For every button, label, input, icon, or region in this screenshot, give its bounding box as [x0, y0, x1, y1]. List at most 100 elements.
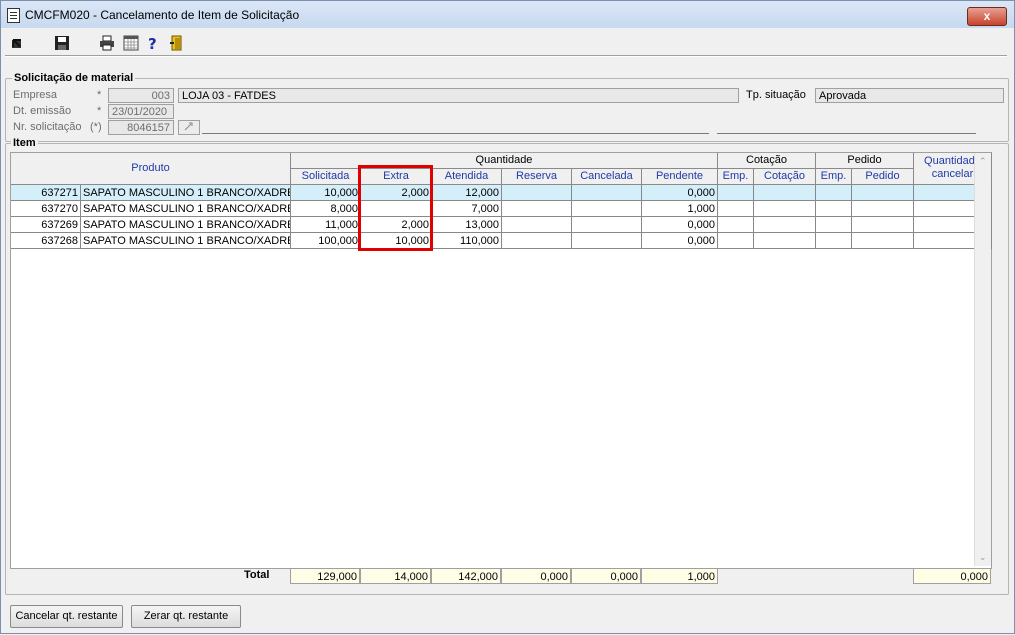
- svg-text:?: ?: [148, 35, 157, 51]
- cell-cotacao[interactable]: [754, 233, 816, 249]
- cancelar-qt-restante-button[interactable]: Cancelar qt. restante: [10, 605, 123, 628]
- document-icon: [7, 8, 20, 23]
- vertical-scrollbar[interactable]: ⌃ ⌄: [974, 153, 991, 566]
- col-pedido[interactable]: Pedido: [852, 169, 914, 185]
- nr-description-line: [202, 133, 709, 134]
- nr-solicitacao-field[interactable]: 8046157: [108, 120, 174, 135]
- extra-column-highlight: [358, 165, 433, 251]
- cell-code[interactable]: 637268: [11, 233, 81, 249]
- cell-cotacao[interactable]: [754, 201, 816, 217]
- zerar-qt-restante-button[interactable]: Zerar qt. restante: [131, 605, 241, 628]
- cell-atendida[interactable]: 110,000: [432, 233, 502, 249]
- help-icon[interactable]: ?: [145, 35, 161, 51]
- cell-emp2[interactable]: [816, 233, 852, 249]
- cell-cancelada[interactable]: [572, 233, 642, 249]
- total-reserva: 0,000: [501, 568, 571, 584]
- exit-door-icon[interactable]: [169, 35, 185, 51]
- arrow-in-icon[interactable]: [9, 35, 25, 51]
- cell-code[interactable]: 637271: [11, 185, 81, 201]
- col-reserva[interactable]: Reserva: [502, 169, 572, 185]
- cell-pendente[interactable]: 1,000: [642, 201, 718, 217]
- cell-reserva[interactable]: [502, 201, 572, 217]
- window-title: CMCFM020 - Cancelamento de Item de Solic…: [25, 8, 300, 22]
- save-icon[interactable]: [54, 35, 70, 51]
- tp-situacao-field: Aprovada: [815, 88, 1004, 103]
- cell-reserva[interactable]: [502, 233, 572, 249]
- cell-atendida[interactable]: 13,000: [432, 217, 502, 233]
- cell-emp2[interactable]: [816, 201, 852, 217]
- cell-pedido[interactable]: [852, 201, 914, 217]
- col-pendente[interactable]: Pendente: [642, 169, 718, 185]
- cell-emp1[interactable]: [718, 233, 754, 249]
- cell-code[interactable]: 637269: [11, 217, 81, 233]
- empresa-label: Empresa: [13, 89, 58, 101]
- tp-situacao-label: Tp. situação: [746, 89, 806, 101]
- cell-solicitada[interactable]: 10,000: [291, 185, 361, 201]
- cell-code[interactable]: 637270: [11, 201, 81, 217]
- print-icon[interactable]: [99, 35, 115, 51]
- cell-desc[interactable]: SAPATO MASCULINO 1 BRANCO/XADREZ.: [81, 233, 291, 249]
- total-label: Total: [244, 569, 270, 581]
- scroll-down-icon[interactable]: ⌄: [979, 552, 987, 563]
- col-pedido-emp[interactable]: Emp.: [816, 169, 852, 185]
- scroll-up-icon[interactable]: ⌃: [979, 156, 987, 167]
- items-grid[interactable]: Produto Quantidade Cotação Pedido Quanti…: [10, 152, 992, 569]
- col-produto[interactable]: Produto: [11, 153, 291, 185]
- total-quantidade-cancelar: 0,000: [913, 568, 991, 584]
- cell-cotacao[interactable]: [754, 217, 816, 233]
- status-description-line: [717, 133, 976, 134]
- cell-pendente[interactable]: 0,000: [642, 233, 718, 249]
- cell-emp1[interactable]: [718, 185, 754, 201]
- solicitacao-legend: Solicitação de material: [12, 72, 136, 84]
- cell-reserva[interactable]: [502, 185, 572, 201]
- cell-solicitada[interactable]: 100,000: [291, 233, 361, 249]
- empresa-name-field: LOJA 03 - FATDES: [178, 88, 739, 103]
- cell-emp2[interactable]: [816, 217, 852, 233]
- col-atendida[interactable]: Atendida: [432, 169, 502, 185]
- group-cotacao: Cotação: [718, 153, 816, 169]
- cell-reserva[interactable]: [502, 217, 572, 233]
- empresa-code-field[interactable]: 003: [108, 88, 174, 103]
- cell-emp1[interactable]: [718, 201, 754, 217]
- dt-emissao-field[interactable]: 23/01/2020: [108, 104, 174, 119]
- col-cotacao[interactable]: Cotação: [754, 169, 816, 185]
- nr-solicitacao-required: (*): [90, 121, 102, 133]
- dt-emissao-label: Dt. emissão: [13, 105, 72, 117]
- cell-cancelada[interactable]: [572, 201, 642, 217]
- dt-emissao-required: *: [97, 105, 102, 117]
- group-pedido: Pedido: [816, 153, 914, 169]
- group-quantidade: Quantidade: [291, 153, 718, 169]
- col-cancelada[interactable]: Cancelada: [572, 169, 642, 185]
- cell-desc[interactable]: SAPATO MASCULINO 1 BRANCO/XADREZ.: [81, 201, 291, 217]
- cell-pedido[interactable]: [852, 185, 914, 201]
- cell-emp2[interactable]: [816, 185, 852, 201]
- cell-cancelada[interactable]: [572, 217, 642, 233]
- total-cancelada: 0,000: [571, 568, 641, 584]
- cell-desc[interactable]: SAPATO MASCULINO 1 BRANCO/XADREZ.: [81, 217, 291, 233]
- empresa-required: *: [97, 89, 102, 101]
- cell-desc[interactable]: SAPATO MASCULINO 1 BRANCO/XADREZ.: [81, 185, 291, 201]
- nr-solicitacao-label: Nr. solicitação: [13, 121, 82, 133]
- cell-cancelada[interactable]: [572, 185, 642, 201]
- search-button[interactable]: [178, 120, 200, 135]
- total-solicitada: 129,000: [290, 568, 360, 584]
- col-cotacao-emp[interactable]: Emp.: [718, 169, 754, 185]
- total-atendida: 142,000: [431, 568, 501, 584]
- cell-pedido[interactable]: [852, 233, 914, 249]
- cell-atendida[interactable]: 12,000: [432, 185, 502, 201]
- cell-pedido[interactable]: [852, 217, 914, 233]
- cell-solicitada[interactable]: 8,000: [291, 201, 361, 217]
- window-body: ? Solicitação de material Empresa * 003 …: [0, 28, 1015, 634]
- calendar-icon[interactable]: [123, 35, 139, 51]
- cell-cotacao[interactable]: [754, 185, 816, 201]
- close-button[interactable]: x: [967, 7, 1007, 26]
- cell-atendida[interactable]: 7,000: [432, 201, 502, 217]
- title-bar: CMCFM020 - Cancelamento de Item de Solic…: [0, 0, 1015, 29]
- lookup-icon: [184, 122, 193, 131]
- col-solicitada[interactable]: Solicitada: [291, 169, 361, 185]
- cell-pendente[interactable]: 0,000: [642, 185, 718, 201]
- cell-pendente[interactable]: 0,000: [642, 217, 718, 233]
- cell-solicitada[interactable]: 11,000: [291, 217, 361, 233]
- cell-emp1[interactable]: [718, 217, 754, 233]
- toolbar-separator: [5, 55, 1007, 57]
